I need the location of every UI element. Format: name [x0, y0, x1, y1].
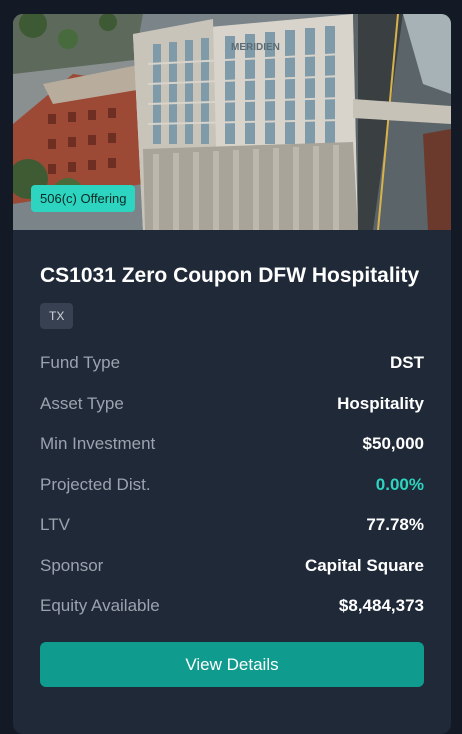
detail-row-min-investment: Min Investment $50,000: [40, 424, 424, 465]
detail-label: LTV: [40, 515, 70, 535]
detail-row-asset-type: Asset Type Hospitality: [40, 384, 424, 425]
offering-type-badge: 506(c) Offering: [31, 185, 136, 212]
detail-label: Min Investment: [40, 434, 156, 454]
view-details-button[interactable]: View Details: [40, 641, 424, 687]
listing-card[interactable]: MERIDIEN 506(c) Offering CS1031 Zero Cou…: [13, 14, 451, 734]
details-list: Fund Type DST Asset Type Hospitality Min…: [40, 343, 424, 627]
property-photo: MERIDIEN 506(c) Offering: [13, 14, 451, 230]
detail-value: Capital Square: [304, 555, 424, 575]
detail-label: Fund Type: [40, 353, 121, 373]
detail-label: Asset Type: [40, 393, 124, 413]
detail-row-ltv: LTV 77.78%: [40, 505, 424, 546]
detail-row-equity-available: Equity Available $8,484,373: [40, 586, 424, 627]
detail-row-sponsor: Sponsor Capital Square: [40, 546, 424, 587]
building-sign: MERIDIEN: [231, 42, 280, 53]
detail-row-projected-distribution: Projected Dist. 0.00%: [40, 465, 424, 506]
detail-label: Projected Dist.: [40, 474, 151, 494]
detail-value: 77.78%: [366, 515, 424, 535]
detail-value: $8,484,373: [338, 596, 424, 616]
detail-value: $50,000: [362, 434, 424, 454]
state-badge: TX: [40, 303, 74, 329]
listing-title: CS1031 Zero Coupon DFW Hospitality: [40, 264, 420, 287]
detail-value: 0.00%: [375, 474, 424, 494]
detail-row-fund-type: Fund Type DST: [40, 343, 424, 384]
detail-value: Hospitality: [337, 393, 424, 413]
detail-value: DST: [390, 353, 424, 373]
detail-label: Equity Available: [40, 596, 160, 616]
detail-label: Sponsor: [40, 555, 104, 575]
